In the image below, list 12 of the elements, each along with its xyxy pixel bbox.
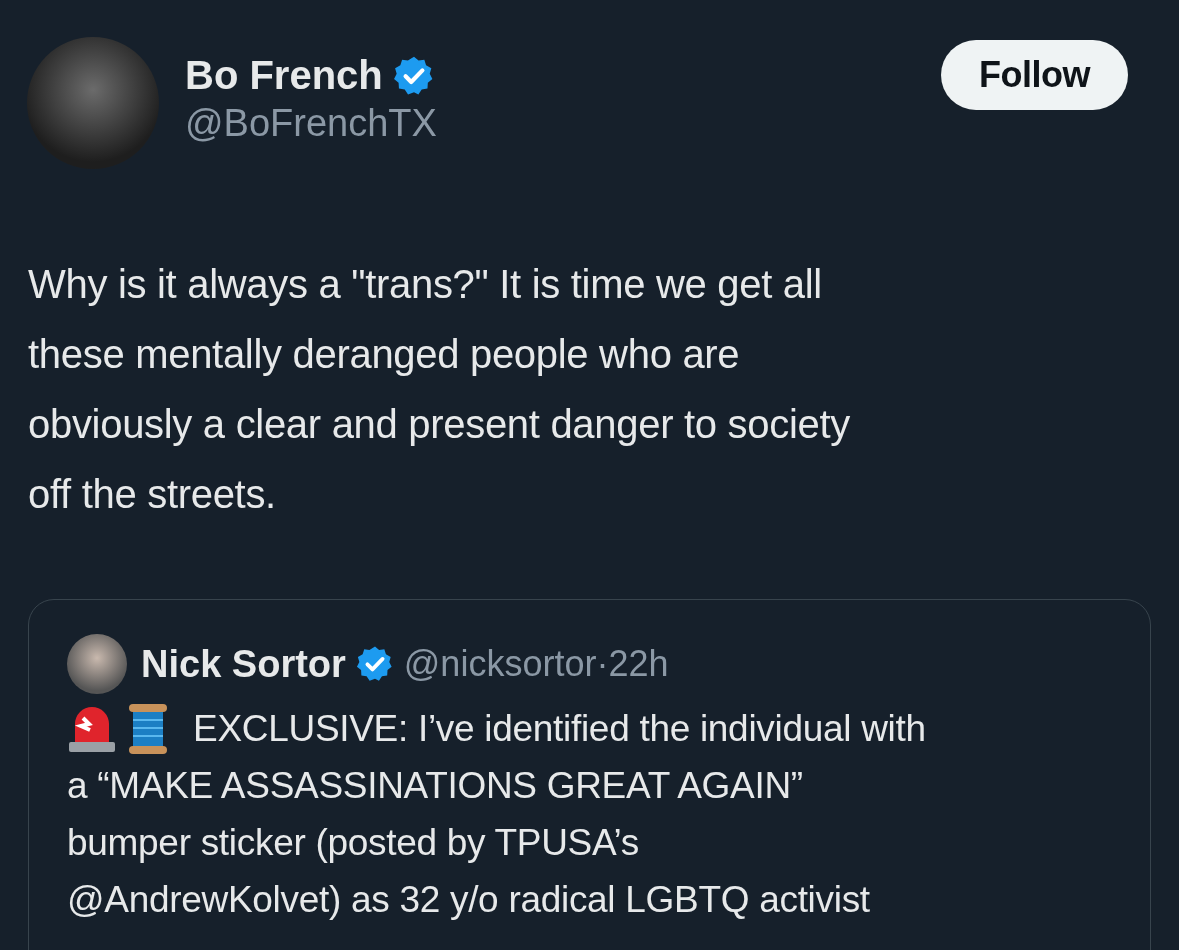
spool-icon bbox=[127, 703, 169, 754]
quoted-post-card[interactable]: Nick Sortor @nicksortor·22h EXCLUSIVE: I’ve identified the individual with a “MAKE ASSASSINATIONS GREAT AGAIN” bumper sticker (posted by TPUSA’s @AndrewKolvet) as 32 y/o radical LGBTQ activist bbox=[28, 599, 1151, 950]
quoted-post-text: a “MAKE ASSASSINATIONS GREAT AGAIN” bumper sticker (posted by TPUSA’s @AndrewKolvet) as 32 y/o radical LGBTQ activist bbox=[67, 764, 871, 922]
display-name: Bo French bbox=[185, 53, 383, 98]
siren-icon bbox=[67, 705, 117, 752]
display-name: Nick Sortor bbox=[141, 642, 346, 686]
post-meta: @nicksortor·22h bbox=[403, 643, 669, 685]
avatar[interactable] bbox=[67, 634, 127, 694]
post-text: Why is it always a "trans?" It is time we get all these mentally deranged people who are obviously a clear and present danger to society off the streets. bbox=[28, 261, 851, 518]
follow-button[interactable]: Follow bbox=[941, 40, 1128, 110]
user-handle: @BoFrenchTX bbox=[185, 102, 437, 145]
quoted-post-text: EXCLUSIVE: I’ve identified the individual with bbox=[193, 707, 927, 751]
